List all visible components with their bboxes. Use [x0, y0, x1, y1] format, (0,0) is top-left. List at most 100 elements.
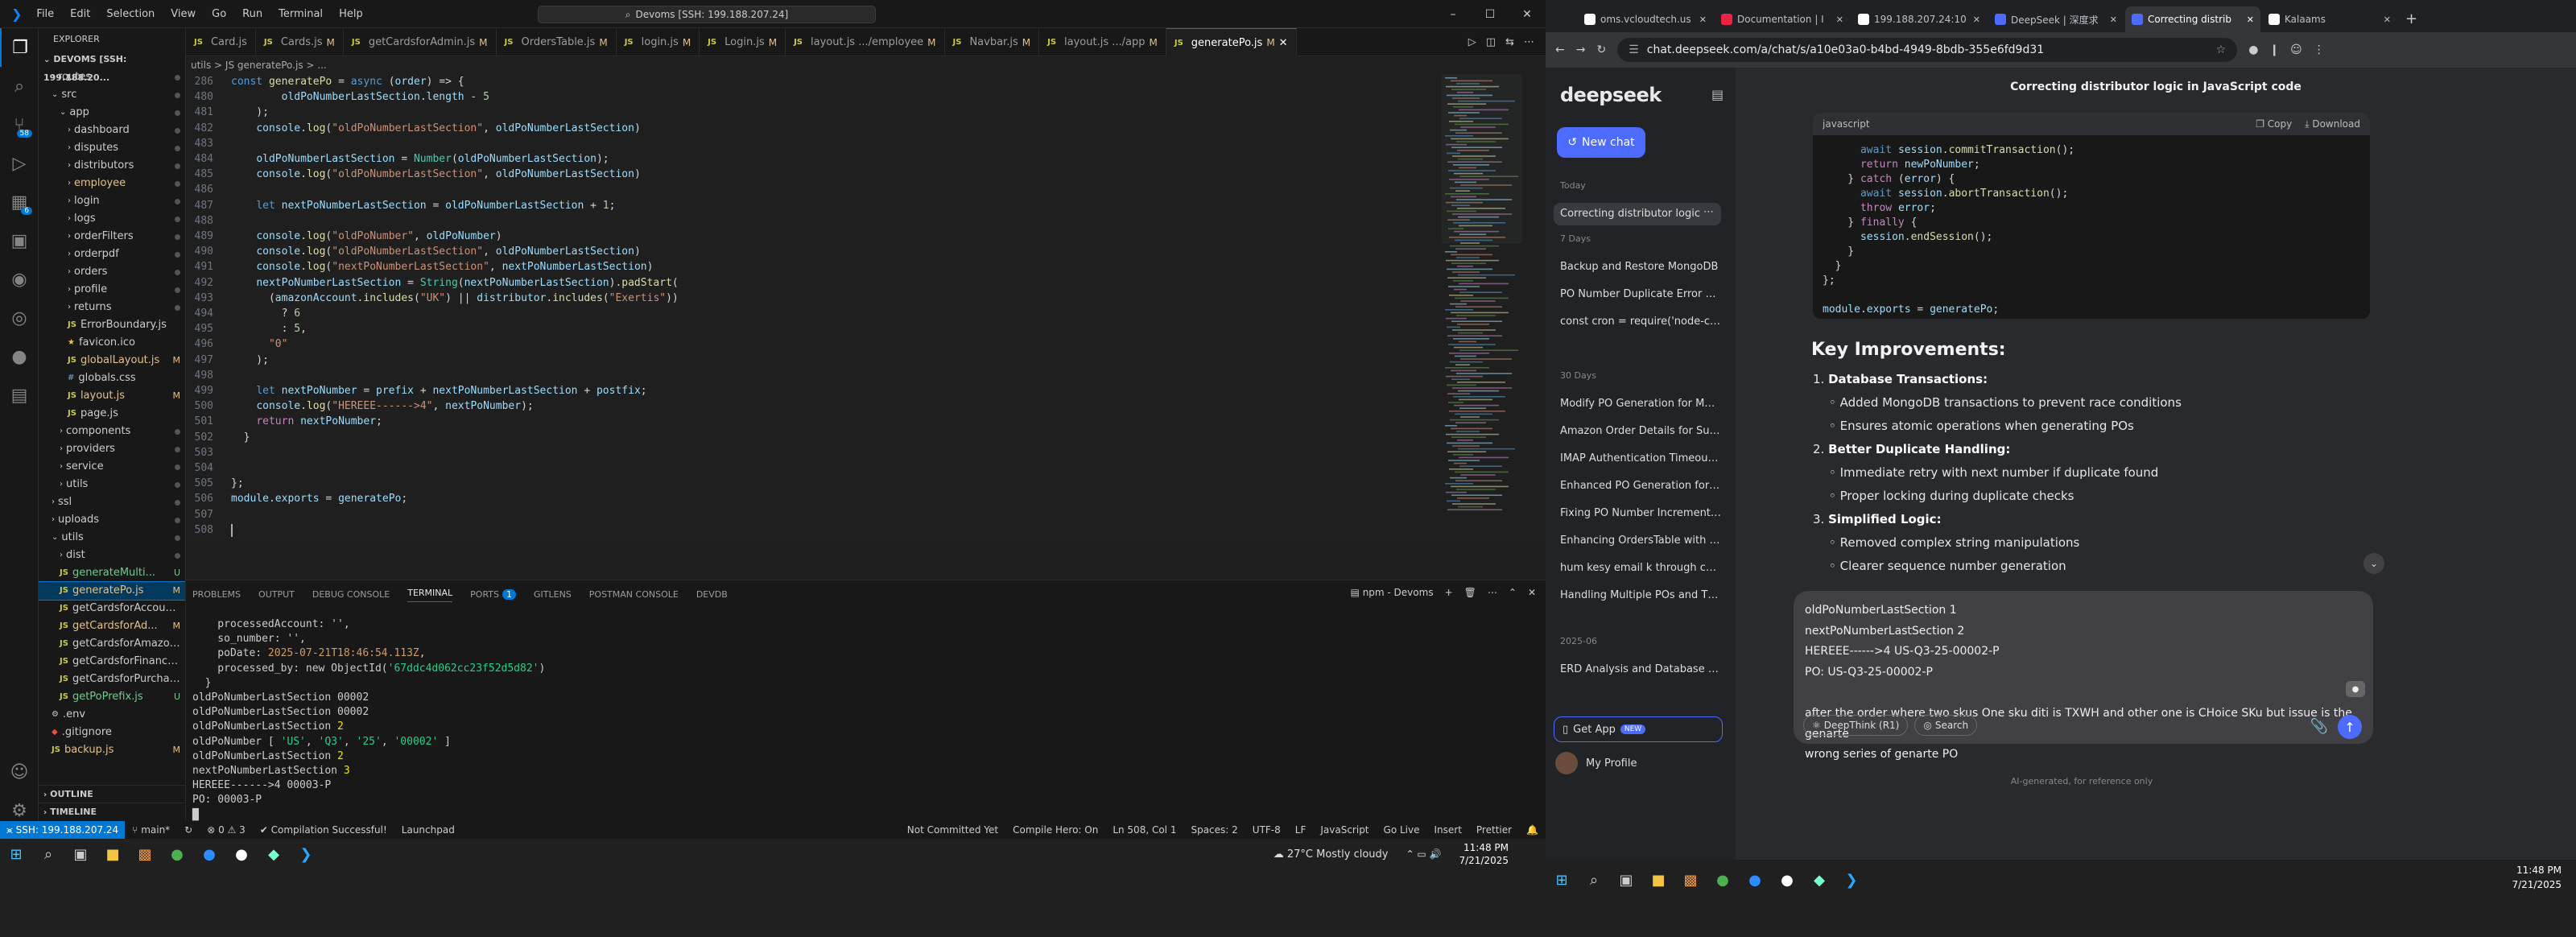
search-button[interactable]: ◎ Search [1914, 715, 1978, 736]
more-options-icon[interactable]: ⋯ [1703, 206, 1714, 218]
browser-tab[interactable]: oms.vcloudtech.us ✕ [1578, 6, 1713, 32]
zoom-icon[interactable]: ● [193, 839, 225, 869]
history-item[interactable]: hum kesy email k through code [1554, 557, 1721, 580]
encoding[interactable]: UTF-8 [1245, 824, 1288, 836]
my-profile[interactable]: My Profile [1555, 752, 1637, 774]
editor-tab[interactable]: JS OrdersTable.js M [497, 28, 617, 56]
remote-indicator[interactable]: ⪤ SSH: 199.188.207.24 [0, 821, 126, 839]
gitlens-icon[interactable]: ◉ [0, 260, 39, 299]
history-item[interactable]: IMAP Authentication Timeout Er [1554, 448, 1721, 470]
menu-view[interactable]: View [171, 8, 196, 20]
chat-input-text[interactable]: oldPoNumberLastSection 1 nextPoNumberLast… [1805, 601, 2360, 766]
database-icon[interactable]: ◎ [0, 299, 39, 337]
search-icon[interactable]: ⌕ [32, 839, 64, 869]
close-tab-icon[interactable]: ✕ [2110, 14, 2117, 25]
go-live[interactable]: Go Live [1377, 824, 1427, 836]
tree-file[interactable]: ◆ .gitignore [39, 724, 185, 741]
indentation[interactable]: Spaces: 2 [1183, 824, 1245, 836]
run-debug-icon[interactable]: ▷ [0, 144, 39, 183]
file-explorer-icon[interactable]: ■ [97, 839, 129, 869]
maximize-panel-icon[interactable]: ⌃ [1509, 587, 1517, 598]
close-button[interactable]: ✕ [1509, 0, 1546, 28]
close-tab-icon[interactable]: ✕ [1699, 14, 1707, 25]
grammar-icon[interactable]: ● [2346, 681, 2365, 697]
panel-tab-problems[interactable]: PROBLEMS [192, 589, 241, 600]
chat-input[interactable]: oldPoNumberLastSection 1 nextPoNumberLast… [1794, 591, 2373, 761]
remote-explorer-icon[interactable]: ▣ [0, 221, 39, 260]
tree-folder[interactable]: › utils [39, 476, 185, 493]
tree-file[interactable]: JS generateMulti... U [39, 564, 185, 582]
code-line[interactable]: console.log("oldPoNumber", oldPoNumber) [231, 229, 502, 244]
tree-folder[interactable]: › profile [39, 281, 185, 299]
timeline-section[interactable]: › TIMELINE [39, 803, 185, 820]
close-tab-icon[interactable]: ✕ [1973, 14, 1980, 25]
panel-tab-output[interactable]: OUTPUT [258, 589, 295, 600]
menu-run[interactable]: Run [242, 8, 262, 20]
app-icon-2[interactable]: ◆ [258, 839, 290, 869]
code-line[interactable]: }; [231, 476, 244, 491]
tree-file[interactable]: JS backup.js M [39, 741, 185, 759]
problems-indicator[interactable]: ⊗ 0 ⚠ 3 [200, 824, 253, 836]
tree-file[interactable]: JS generatePo.js M [39, 581, 185, 601]
tree-file[interactable]: JS layout.js M [39, 387, 185, 405]
command-center[interactable]: ⌕ Devoms [SSH: 199.188.207.24] [538, 6, 876, 23]
history-item[interactable]: Enhancing OrdersTable with Pro [1554, 530, 1721, 552]
task-view-icon[interactable]: ▣ [64, 839, 97, 869]
tree-folder[interactable]: › orders [39, 263, 185, 281]
editor-tab[interactable]: JS Cards.js M [256, 28, 344, 56]
tree-folder[interactable]: › components [39, 423, 185, 440]
terminal-shell-label[interactable]: ▤ npm - Devoms [1351, 587, 1434, 598]
compare-icon[interactable]: ⇆ [1505, 36, 1514, 48]
vscode-taskbar-icon[interactable]: ❯ [290, 839, 322, 869]
panel-tab-terminal[interactable]: TERMINAL [407, 588, 453, 602]
send-button[interactable]: ↑ [2338, 715, 2362, 739]
tree-folder[interactable]: › returns [39, 299, 185, 316]
sync-icon[interactable]: ↻ [177, 824, 200, 836]
history-item[interactable]: ERD Analysis and Database Mod [1554, 658, 1721, 681]
tree-file[interactable]: JS getCardsforPurchasi... [39, 671, 185, 688]
terminal-output[interactable]: processedAccount: '', so_number: '', poD… [192, 617, 545, 823]
forward-icon[interactable]: → [1576, 43, 1586, 56]
tree-file[interactable]: JS getPoPrefix.js U [39, 688, 185, 706]
editor-tab[interactable]: JS layout.js .../app M [1039, 28, 1166, 56]
browser-tab[interactable]: Kalaams ✕ [2262, 6, 2397, 32]
code-line[interactable]: console.log("nextPoNumberLastSection", n… [231, 259, 653, 274]
close-tab-icon[interactable]: ✕ [2247, 14, 2254, 25]
tree-folder[interactable]: › login [39, 192, 185, 210]
menu-terminal[interactable]: Terminal [279, 8, 323, 20]
collapse-sidebar-icon[interactable]: ▤ [1711, 87, 1724, 102]
code-line[interactable]: ); [231, 105, 269, 120]
tree-folder[interactable]: ⌄ src [39, 86, 185, 104]
cursor-position[interactable]: Ln 508, Col 1 [1105, 824, 1183, 836]
maximize-button[interactable]: ☐ [1472, 0, 1509, 28]
editor-tab[interactable]: JS Card.js [186, 28, 256, 56]
editor-tab[interactable]: JS layout.js .../employee M [786, 28, 945, 56]
browser-tab[interactable]: Correcting distrib ✕ [2125, 6, 2260, 32]
browser-tab[interactable]: 199.188.207.24:10 ✕ [1852, 6, 1987, 32]
bookmark-star-icon[interactable]: ☆ [2216, 43, 2227, 56]
panel-tab-debug-console[interactable]: DEBUG CONSOLE [312, 589, 390, 600]
panel-tab-postman-console[interactable]: POSTMAN CONSOLE [589, 589, 679, 600]
tree-folder[interactable]: › ssl [39, 493, 185, 511]
eol[interactable]: LF [1288, 824, 1314, 836]
code-line[interactable]: console.log("oldPoNumberLastSection", ol… [231, 167, 640, 182]
source-control-icon[interactable]: ⑂ 58 [0, 105, 39, 144]
tree-file[interactable]: JS getCardsforAd... M [39, 617, 185, 635]
clock-right[interactable]: 11:48 PM 7/21/2025 [2512, 860, 2562, 892]
code-line[interactable]: return nextPoNumber; [231, 414, 382, 429]
tree-folder[interactable]: ⌄ utils [39, 529, 185, 547]
code-line[interactable]: let nextPoNumberLastSection = oldPoNumbe… [231, 198, 615, 213]
tree-folder[interactable]: › logs [39, 210, 185, 228]
deepthink-button[interactable]: ⚛ DeepThink (R1) [1803, 715, 1909, 736]
menu-go[interactable]: Go [212, 8, 226, 20]
tree-file[interactable]: JS getCardsforAmazon.js [39, 635, 185, 653]
chrome-menu-icon[interactable]: ⋮ [2314, 43, 2325, 56]
history-item[interactable]: Handling Multiple POs and TXW [1554, 584, 1721, 607]
explorer-icon[interactable]: ❐ [0, 28, 39, 67]
tree-folder[interactable]: ⌄ app [39, 104, 185, 122]
tree-folder[interactable]: › disputes [39, 139, 185, 157]
menu-file[interactable]: File [36, 8, 54, 20]
outline-section[interactable]: › OUTLINE [39, 785, 185, 803]
close-tab-icon[interactable]: ✕ [1836, 14, 1843, 25]
store-icon[interactable]: ▩ [129, 839, 161, 869]
